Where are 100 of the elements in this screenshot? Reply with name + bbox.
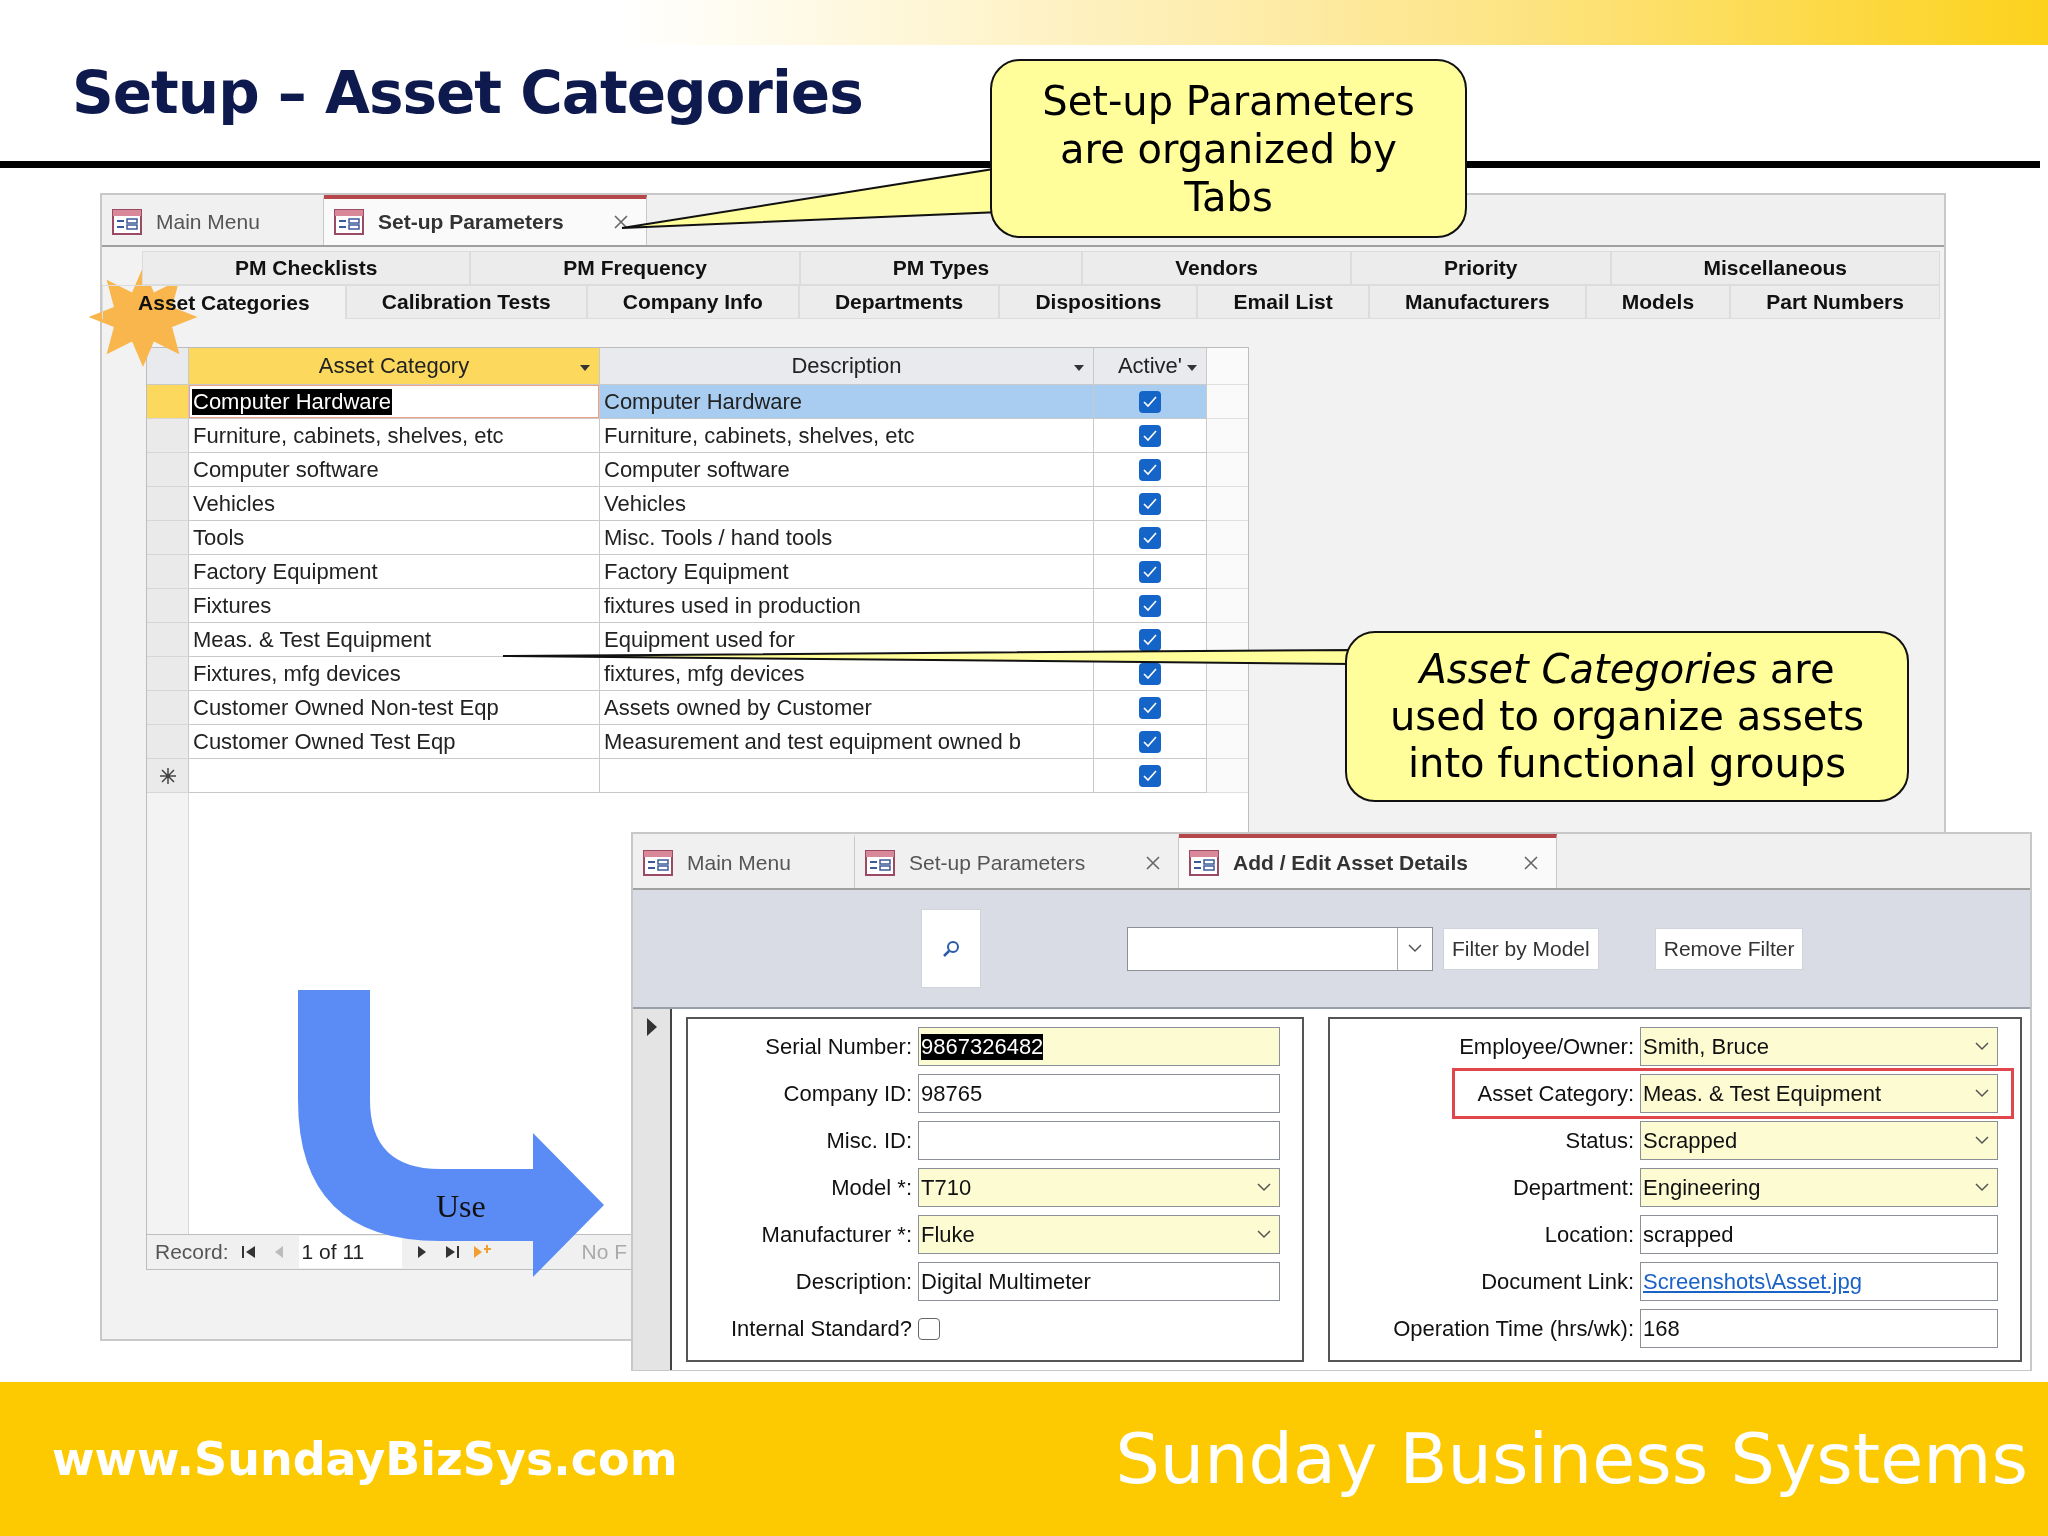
setting-tab[interactable]: Priority [1351,251,1611,285]
checkbox[interactable] [1139,492,1161,515]
checkbox[interactable] [1139,764,1161,787]
checkbox[interactable] [1139,696,1161,719]
table-cell: fixtures used in production [600,589,1094,623]
checkbox[interactable] [1139,560,1161,583]
row-selector[interactable] [147,759,189,793]
record-label: Record: [155,1240,229,1264]
setting-tab[interactable]: Departments [798,285,1000,319]
setting-tab[interactable]: PM Checklists [142,251,471,285]
checkbox[interactable] [1139,424,1161,447]
new-record-icon [158,766,177,785]
check-icon [1143,565,1157,578]
table-cell: Factory Equipment [600,555,1094,589]
chevron-down-icon[interactable] [1257,1183,1271,1192]
tab-label: Main Menu [687,851,792,875]
combo-box[interactable]: Smith, Bruce [1640,1027,1998,1066]
check-icon [1143,531,1157,544]
combo-box[interactable]: Scrapped [1640,1121,1998,1160]
arrow-label: Use [436,1188,486,1225]
form-icon [865,850,895,876]
record-position-field[interactable]: 1 of 11 [298,1236,402,1268]
chevron-down-icon[interactable] [1975,1136,1989,1145]
field-label: Manufacturer *: [760,1221,912,1248]
starburst-icon [88,267,198,367]
check-icon [1143,701,1157,714]
setting-tab[interactable]: Vendors [1082,251,1352,285]
callout: Asset Categories are used to organize assets into functional groups [1345,631,1909,802]
table-cell: Customer Owned Non-test Eqp [189,691,600,725]
field-label: Model *: [830,1174,912,1201]
dropdown-arrow-icon[interactable] [1186,364,1198,372]
chevron-down-icon[interactable] [1257,1230,1271,1239]
setting-tab[interactable]: Models [1585,285,1731,319]
combo-box[interactable]: Engineering [1640,1168,1998,1207]
remove-filter-button[interactable]: Remove Filter [1654,927,1804,970]
filter-button[interactable]: Filter by Model [1443,927,1599,970]
input-field[interactable]: Digital Multimeter [918,1262,1280,1301]
tab-label: Set-up Parameters [378,210,565,234]
check-icon [1143,735,1157,748]
checkbox[interactable] [1139,594,1161,617]
table-cell: Vehicles [600,487,1094,521]
chevron-down-icon[interactable] [1975,1042,1989,1051]
input-field[interactable]: scrapped [1640,1215,1998,1254]
setting-tab[interactable]: Part Numbers [1730,285,1940,319]
field-label: Asset Category: [1476,1080,1634,1107]
callout: Set-up Parameters are organized by Tabs [990,59,1467,238]
check-icon [1143,769,1157,782]
combo-box[interactable]: Meas. & Test Equipment [1640,1074,1998,1113]
column-header[interactable]: Description [600,348,1094,385]
input-field[interactable]: Screenshots\Asset.jpg [1640,1262,1998,1301]
input-field[interactable]: 98765 [918,1074,1280,1113]
slide-title: Setup – Asset Categories [72,58,863,128]
setting-tab[interactable]: PM Types [799,251,1083,285]
checkbox[interactable] [1139,458,1161,481]
table-cell: Computer Hardware [189,385,600,419]
search-icon [942,939,960,958]
chevron-down-icon[interactable] [1975,1089,1989,1098]
column-header[interactable]: Asset Category [189,348,600,385]
input-field[interactable]: 9867326482 [918,1027,1280,1066]
table-cell: Fixtures, mfg devices [189,657,600,691]
checkbox[interactable] [1139,730,1161,753]
check-icon [1143,463,1157,476]
input-field[interactable] [918,1121,1280,1160]
field-label: Operation Time (hrs/wk): [1392,1315,1634,1342]
setting-tab[interactable]: Calibration Tests [345,285,587,319]
tab-label: Set-up Parameters [909,851,1087,875]
column-header[interactable]: Active' [1094,348,1207,385]
setting-tab[interactable]: PM Frequency [470,251,800,285]
combo-box[interactable]: Fluke [918,1215,1280,1254]
checkbox[interactable] [1139,628,1161,651]
document-tab[interactable]: Set-up Parameters [324,195,647,245]
input-field[interactable]: 168 [1640,1309,1998,1348]
checkbox[interactable] [1139,526,1161,549]
table-cell: Measurement and test equipment owned b [600,725,1094,759]
table-cell: Misc. Tools / hand tools [600,521,1094,555]
checkbox[interactable] [918,1317,940,1340]
checkbox[interactable] [1139,662,1161,685]
tab-label: Main Menu [156,210,261,234]
field-label: Document Link: [1480,1268,1634,1295]
setting-tab[interactable]: Company Info [586,285,799,319]
tab-label: Add / Edit Asset Details [1233,851,1469,875]
setting-tab[interactable]: Miscellaneous [1610,251,1940,285]
check-icon [1143,497,1157,510]
dropdown-arrow-icon[interactable] [579,364,591,372]
setting-tab[interactable]: Manufacturers [1368,285,1586,319]
setting-tab[interactable]: Dispositions [999,285,1198,319]
filter-combo-box[interactable] [1127,926,1433,971]
table-cell: Computer software [600,453,1094,487]
field-label: Department: [1511,1174,1634,1201]
chevron-down-icon[interactable] [1408,944,1422,953]
current-record-icon [645,1017,658,1037]
close-icon[interactable] [614,215,628,229]
chevron-down-icon[interactable] [1975,1183,1989,1192]
record-selector[interactable] [633,1009,672,1370]
dropdown-arrow-icon[interactable] [1073,364,1085,372]
document-tab[interactable]: Add / Edit Asset Details [1179,834,1557,888]
combo-box[interactable]: T710 [918,1168,1280,1207]
check-icon [1143,429,1157,442]
checkbox[interactable] [1139,390,1161,413]
setting-tab[interactable]: Email List [1197,285,1369,319]
